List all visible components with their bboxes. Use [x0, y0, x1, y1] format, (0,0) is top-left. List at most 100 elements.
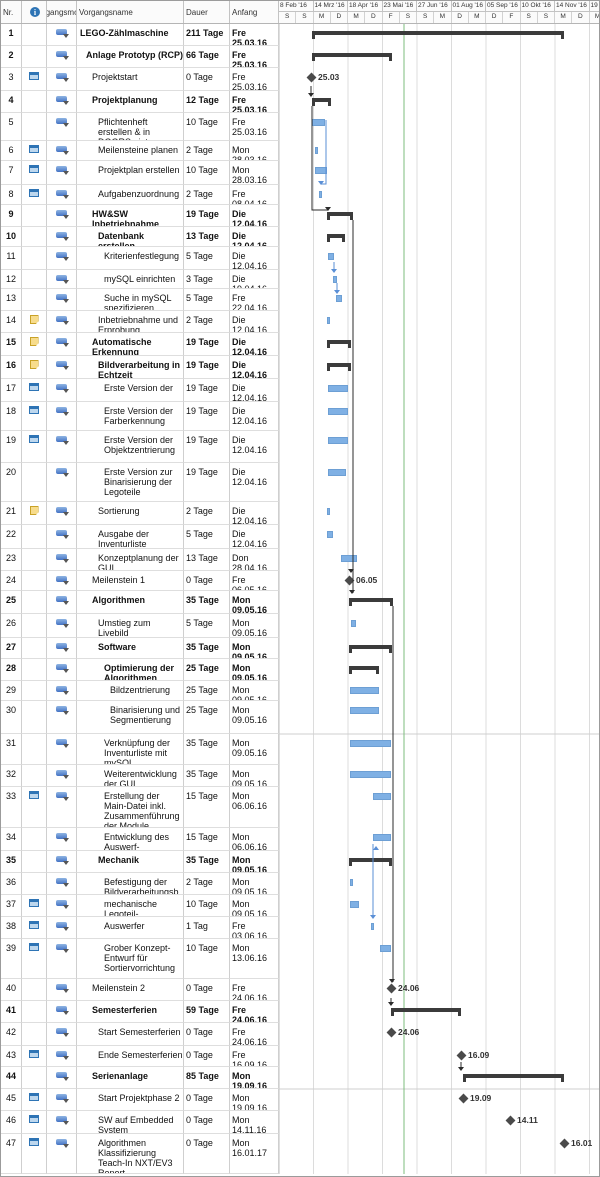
- task-mode-cell[interactable]: [47, 227, 77, 247]
- row-indicator-cell[interactable]: [22, 979, 47, 1001]
- task-name-cell[interactable]: LEGO-Zählmaschine: [77, 24, 184, 46]
- task-duration-cell[interactable]: 5 Tage: [184, 289, 230, 311]
- task-mode-cell[interactable]: [47, 502, 77, 525]
- table-row[interactable]: 42Start Semesterferien0 TageFre 24.06.16…: [1, 1023, 599, 1046]
- task-bar[interactable]: [327, 508, 330, 515]
- column-header-info[interactable]: i: [22, 1, 47, 23]
- task-name-cell[interactable]: mechanische Legoteil-Zentrierung: [77, 895, 184, 917]
- summary-bar[interactable]: [327, 340, 351, 344]
- table-row[interactable]: 3Projektstart0 TageFre 25.03.1625.03: [1, 68, 599, 91]
- task-name-cell[interactable]: Mechanik: [77, 851, 184, 873]
- row-number-cell[interactable]: 22: [1, 525, 22, 549]
- task-duration-cell[interactable]: 0 Tage: [184, 1089, 230, 1111]
- column-header-anfang[interactable]: Anfang: [230, 1, 279, 23]
- assignment-window-icon[interactable]: [29, 899, 39, 907]
- table-row[interactable]: 40Meilenstein 20 TageFre 24.06.1624.06: [1, 979, 599, 1001]
- table-row[interactable]: 23Konzeptplanung der GUI13 TageDon 28.04…: [1, 549, 599, 571]
- task-duration-cell[interactable]: 85 Tage: [184, 1067, 230, 1089]
- assignment-window-icon[interactable]: [29, 406, 39, 414]
- summary-bar[interactable]: [327, 363, 351, 367]
- assignment-window-icon[interactable]: [29, 921, 39, 929]
- row-number-cell[interactable]: 36: [1, 873, 22, 895]
- milestone-diamond[interactable]: [458, 1094, 468, 1104]
- row-indicator-cell[interactable]: [22, 1023, 47, 1046]
- task-mode-cell[interactable]: [47, 205, 77, 227]
- table-row[interactable]: 20Erste Version zur Binarisierung der Le…: [1, 463, 599, 502]
- task-name-cell[interactable]: Suche in mySQL spezifizieren: [77, 289, 184, 311]
- row-indicator-cell[interactable]: [22, 402, 47, 431]
- row-indicator-cell[interactable]: [22, 227, 47, 247]
- task-start-cell[interactable]: Fre 25.03.16: [230, 68, 279, 91]
- row-number-cell[interactable]: 46: [1, 1111, 22, 1134]
- table-row[interactable]: 44Serienanlage85 TageMon 19.09.16: [1, 1067, 599, 1089]
- task-mode-cell[interactable]: [47, 659, 77, 681]
- task-mode-cell[interactable]: [47, 1067, 77, 1089]
- task-name-cell[interactable]: Weiterentwicklung der GUI: [77, 765, 184, 787]
- task-duration-cell[interactable]: 0 Tage: [184, 68, 230, 91]
- row-number-cell[interactable]: 1: [1, 24, 22, 46]
- task-start-cell[interactable]: Mon 13.06.16: [230, 939, 279, 979]
- task-start-cell[interactable]: Mon 06.06.16: [230, 787, 279, 828]
- task-start-cell[interactable]: Mon 16.01.17: [230, 1134, 279, 1174]
- task-bar[interactable]: [327, 317, 330, 324]
- table-row[interactable]: 35Mechanik35 TageMon 09.05.16: [1, 851, 599, 873]
- task-mode-cell[interactable]: [47, 939, 77, 979]
- task-name-cell[interactable]: Meilensteine planen: [77, 141, 184, 161]
- table-row[interactable]: 34Entwicklung des Auswerf-Algorithmus15 …: [1, 828, 599, 851]
- task-mode-cell[interactable]: [47, 356, 77, 379]
- task-bar[interactable]: [371, 923, 374, 930]
- task-mode-cell[interactable]: [47, 270, 77, 289]
- task-name-cell[interactable]: Automatische Erkennung: [77, 333, 184, 356]
- task-start-cell[interactable]: Die 12.04.16: [230, 463, 279, 502]
- task-duration-cell[interactable]: 10 Tage: [184, 939, 230, 979]
- task-duration-cell[interactable]: 1 Tag: [184, 917, 230, 939]
- task-name-cell[interactable]: Meilenstein 1: [77, 571, 184, 591]
- task-name-cell[interactable]: Verknüpfung der Inventurliste mit mySQL: [77, 734, 184, 765]
- row-indicator-cell[interactable]: [22, 1134, 47, 1174]
- row-indicator-cell[interactable]: [22, 141, 47, 161]
- task-start-cell[interactable]: Die 12.04.16: [230, 227, 279, 247]
- task-start-cell[interactable]: Die 12.04.16: [230, 247, 279, 270]
- task-start-cell[interactable]: Mon 09.05.16: [230, 734, 279, 765]
- task-mode-cell[interactable]: [47, 895, 77, 917]
- task-name-cell[interactable]: Datenbank erstellen: [77, 227, 184, 247]
- table-row[interactable]: 46SW auf Embedded System0 TageMon 14.11.…: [1, 1111, 599, 1134]
- task-name-cell[interactable]: Serienanlage: [77, 1067, 184, 1089]
- task-name-cell[interactable]: Meilenstein 2: [77, 979, 184, 1001]
- row-indicator-cell[interactable]: [22, 828, 47, 851]
- task-name-cell[interactable]: Konzeptplanung der GUI: [77, 549, 184, 571]
- task-name-cell[interactable]: Binarisierung und Segmentierung: [77, 701, 184, 734]
- task-mode-cell[interactable]: [47, 247, 77, 270]
- row-number-cell[interactable]: 14: [1, 311, 22, 333]
- task-start-cell[interactable]: Mon 09.05.16: [230, 765, 279, 787]
- task-duration-cell[interactable]: 0 Tage: [184, 1111, 230, 1134]
- task-mode-cell[interactable]: [47, 431, 77, 463]
- task-name-cell[interactable]: Algorithmen: [77, 591, 184, 614]
- task-duration-cell[interactable]: 2 Tage: [184, 185, 230, 205]
- assignment-window-icon[interactable]: [29, 383, 39, 391]
- task-name-cell[interactable]: Befestigung der Bildverarbeitungsbox: [77, 873, 184, 895]
- task-mode-cell[interactable]: [47, 765, 77, 787]
- row-number-cell[interactable]: 7: [1, 161, 22, 185]
- task-name-cell[interactable]: Erste Version zur Binarisierung der Lego…: [77, 463, 184, 502]
- summary-bar[interactable]: [463, 1074, 564, 1078]
- assignment-window-icon[interactable]: [29, 1138, 39, 1146]
- task-duration-cell[interactable]: 15 Tage: [184, 828, 230, 851]
- row-indicator-cell[interactable]: [22, 46, 47, 68]
- row-number-cell[interactable]: 40: [1, 979, 22, 1001]
- table-row[interactable]: 39Grober Konzept-Entwurf für Sortiervorr…: [1, 939, 599, 979]
- table-row[interactable]: 41Semesterferien59 TageFre 24.06.16: [1, 1001, 599, 1023]
- row-number-cell[interactable]: 35: [1, 851, 22, 873]
- task-start-cell[interactable]: Mon 09.05.16: [230, 591, 279, 614]
- task-duration-cell[interactable]: 25 Tage: [184, 659, 230, 681]
- table-row[interactable]: 25Algorithmen35 TageMon 09.05.16: [1, 591, 599, 614]
- table-row[interactable]: 22Ausgabe der Inventurliste5 TageDie 12.…: [1, 525, 599, 549]
- summary-bar[interactable]: [312, 53, 392, 57]
- task-start-cell[interactable]: Mon 28.03.16: [230, 161, 279, 185]
- task-duration-cell[interactable]: 2 Tage: [184, 311, 230, 333]
- task-start-cell[interactable]: Mon 19.09.16: [230, 1067, 279, 1089]
- task-mode-cell[interactable]: [47, 851, 77, 873]
- task-bar[interactable]: [373, 834, 391, 841]
- row-indicator-cell[interactable]: [22, 659, 47, 681]
- task-start-cell[interactable]: Fre 25.03.16: [230, 91, 279, 113]
